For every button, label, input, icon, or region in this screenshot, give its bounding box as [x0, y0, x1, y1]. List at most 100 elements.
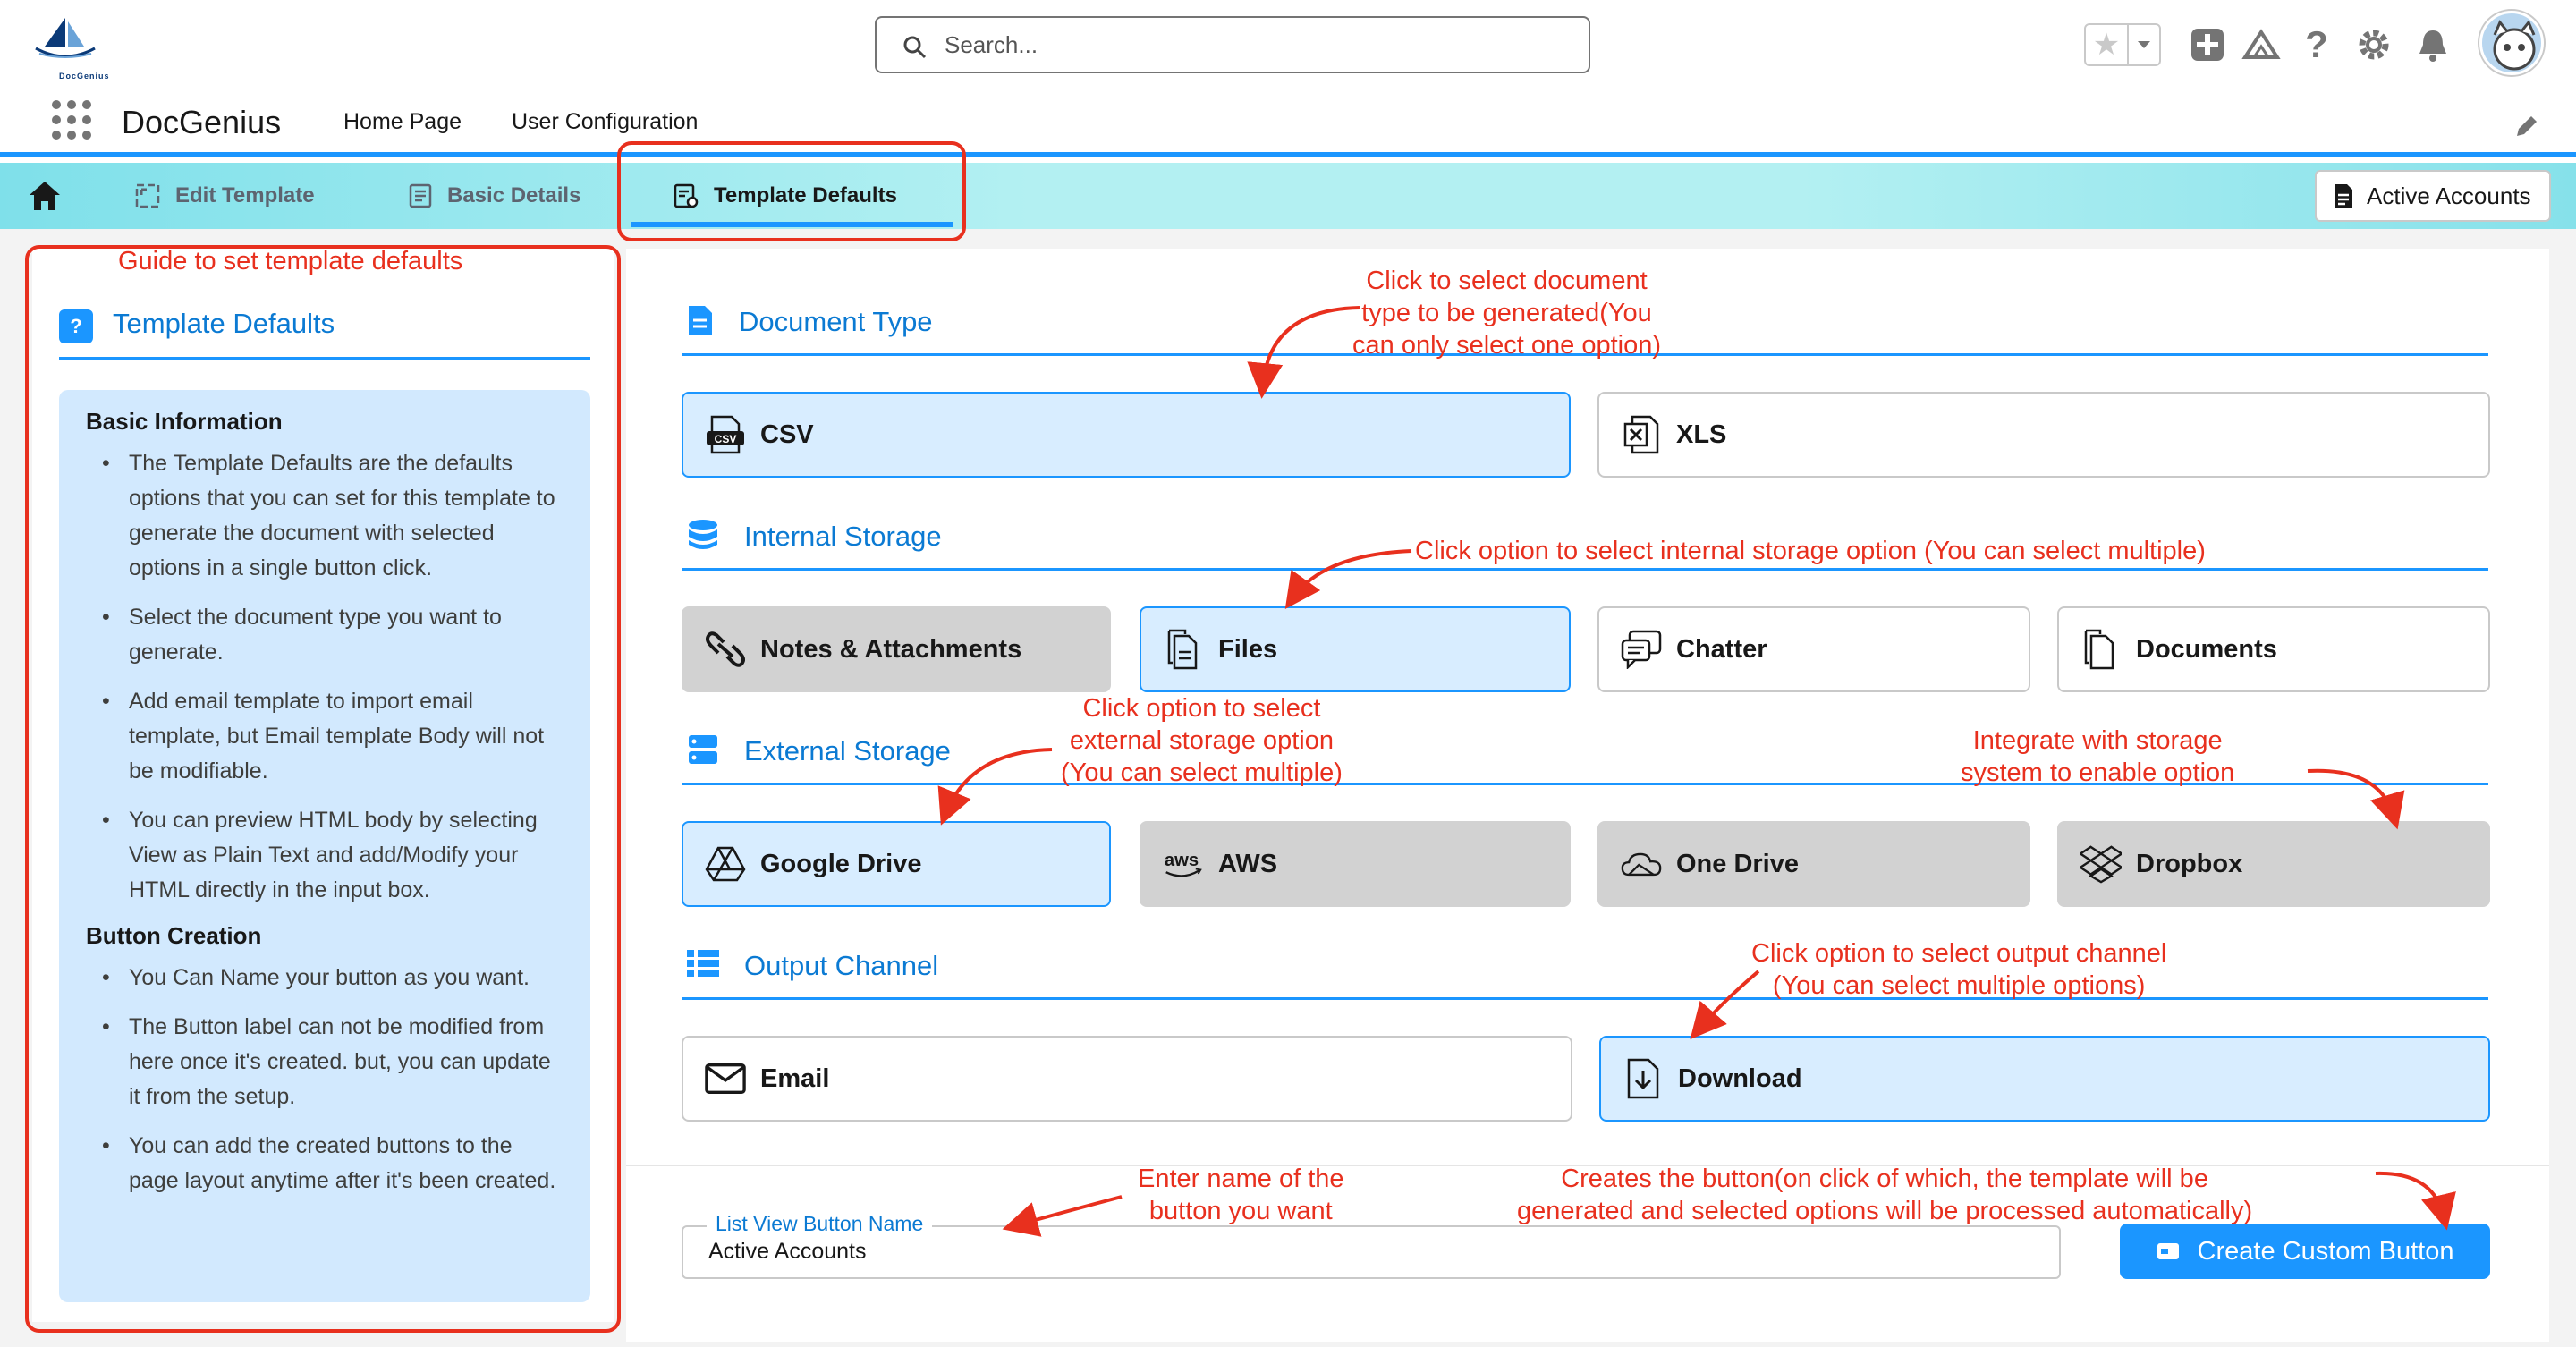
app-name: DocGenius	[122, 104, 282, 140]
button-name-value[interactable]: Active Accounts	[708, 1239, 866, 1265]
annotation-integrate: Integrate with storage system to enable …	[1961, 724, 2234, 789]
option-one-drive[interactable]: One Drive	[1597, 821, 2030, 907]
option-chatter[interactable]: Chatter	[1597, 606, 2030, 692]
dropbox-icon	[2080, 843, 2122, 885]
annotation-line: external storage option	[1069, 726, 1334, 755]
setup-gear-icon[interactable]	[2352, 23, 2395, 66]
option-label: CSV	[760, 419, 814, 449]
active-accounts-button[interactable]: Active Accounts	[2315, 170, 2551, 222]
annotation-line: (You can select multiple)	[1061, 758, 1343, 787]
global-header: DocGenius ★ ?	[0, 0, 2576, 89]
tab-edit-template[interactable]: Edit Template	[134, 182, 315, 209]
annotation-external: Click option to select external storage …	[1061, 692, 1343, 789]
option-label: Email	[760, 1063, 830, 1093]
nav-item-home-page[interactable]: Home Page	[343, 109, 462, 135]
trailhead-icon[interactable]	[2240, 23, 2283, 66]
button-icon	[2157, 1243, 2179, 1259]
search-icon	[903, 36, 927, 59]
option-aws[interactable]: aws AWS	[1140, 821, 1571, 907]
option-label: AWS	[1218, 849, 1278, 878]
annotation-line: Click option to select	[1082, 694, 1321, 723]
attachment-icon	[705, 629, 746, 670]
search-box[interactable]	[875, 16, 1590, 73]
nav-item-user-configuration[interactable]: User Configuration	[512, 109, 698, 135]
docgenius-logo[interactable]: DocGenius	[27, 9, 109, 80]
document-type-icon	[689, 306, 712, 335]
database-icon	[689, 520, 717, 549]
aws-icon: aws	[1163, 843, 1204, 885]
app-launcher-icon[interactable]	[52, 100, 91, 140]
option-google-drive[interactable]: Google Drive	[682, 821, 1111, 907]
option-files[interactable]: Files	[1140, 606, 1571, 692]
annotation-line: Enter name of the	[1138, 1165, 1344, 1193]
annotation-line: generated and selected options will be p…	[1517, 1197, 2253, 1225]
server-icon	[689, 735, 717, 764]
option-xls[interactable]: XLS	[1597, 392, 2490, 478]
email-icon	[705, 1058, 746, 1099]
annotation-line: Click option to select output channel	[1751, 939, 2167, 968]
section-title: External Storage	[744, 735, 951, 767]
annotation-line: can only select one option)	[1352, 331, 1661, 360]
download-icon	[1623, 1058, 1664, 1099]
tab-basic-details[interactable]: Basic Details	[408, 182, 580, 209]
option-label: One Drive	[1676, 849, 1799, 878]
option-documents[interactable]: Documents	[2057, 606, 2490, 692]
option-dropbox[interactable]: Dropbox	[2057, 821, 2490, 907]
section-title: Document Type	[739, 306, 933, 337]
chatter-icon	[1621, 629, 1662, 670]
list-icon	[687, 950, 719, 977]
annotation-guide-label: Guide to set template defaults	[118, 247, 463, 275]
document-icon	[2334, 184, 2352, 208]
edit-nav-pencil-icon[interactable]	[2513, 113, 2540, 144]
create-custom-button[interactable]: Create Custom Button	[2120, 1224, 2490, 1279]
option-csv[interactable]: CSV CSV	[682, 392, 1571, 478]
option-label: Dropbox	[2136, 849, 2243, 878]
button-name-label: List View Button Name	[707, 1212, 933, 1236]
section-title: Internal Storage	[744, 521, 942, 552]
option-notes-attachments[interactable]: Notes & Attachments	[682, 606, 1111, 692]
annotation-line: (You can select multiple options)	[1772, 971, 2146, 1000]
option-label: Download	[1678, 1063, 1802, 1093]
files-icon	[1163, 629, 1204, 670]
search-input[interactable]	[945, 25, 1571, 64]
annotation-line: Integrate with storage	[1972, 726, 2223, 755]
annotation-internal: Click option to select internal storage …	[1415, 537, 2206, 565]
annotation-line: system to enable option	[1961, 758, 2235, 787]
one-drive-icon	[1621, 843, 1662, 885]
option-download[interactable]: Download	[1599, 1036, 2490, 1122]
global-actions-icon[interactable]	[2186, 23, 2229, 66]
tab-label: Basic Details	[447, 183, 581, 208]
option-label: XLS	[1676, 419, 1727, 449]
user-avatar[interactable]	[2479, 11, 2544, 75]
favorites-group: ★	[2084, 23, 2161, 66]
create-button-label: Create Custom Button	[2197, 1236, 2454, 1266]
annotation-button-name: Enter name of the button you want	[1138, 1163, 1344, 1227]
app-navigation-bar: DocGenius Home Page User Configuration	[0, 89, 2576, 157]
csv-icon: CSV	[705, 414, 746, 455]
home-icon[interactable]	[27, 179, 63, 217]
option-label: Notes & Attachments	[760, 634, 1022, 664]
svg-text:aws: aws	[1165, 851, 1199, 870]
tab-label: Edit Template	[175, 183, 315, 208]
annotation-line: Click to select document	[1366, 267, 1648, 295]
details-icon	[409, 183, 432, 208]
favorite-star-icon[interactable]: ★	[2086, 25, 2129, 64]
svg-text:CSV: CSV	[715, 433, 737, 445]
annotation-guide-box	[25, 245, 621, 1333]
annotation-line: Creates the button(on click of which, th…	[1561, 1165, 2208, 1193]
annotation-create: Creates the button(on click of which, th…	[1517, 1163, 2252, 1227]
active-accounts-label: Active Accounts	[2367, 182, 2531, 209]
annotation-doc-type: Click to select document type to be gene…	[1352, 265, 1661, 361]
notifications-bell-icon[interactable]	[2411, 23, 2454, 66]
option-label: Chatter	[1676, 634, 1767, 664]
favorites-dropdown-icon[interactable]	[2129, 25, 2159, 64]
logo-text: DocGenius	[59, 72, 110, 80]
option-label: Documents	[2136, 634, 2277, 664]
edit-template-icon	[135, 183, 160, 208]
help-icon[interactable]: ?	[2295, 23, 2338, 66]
option-label: Files	[1218, 634, 1278, 664]
section-output-channel: Output Channel	[682, 948, 2488, 1000]
option-email[interactable]: Email	[682, 1036, 1572, 1122]
annotation-line: button you want	[1148, 1197, 1333, 1225]
option-label: Google Drive	[760, 849, 922, 878]
